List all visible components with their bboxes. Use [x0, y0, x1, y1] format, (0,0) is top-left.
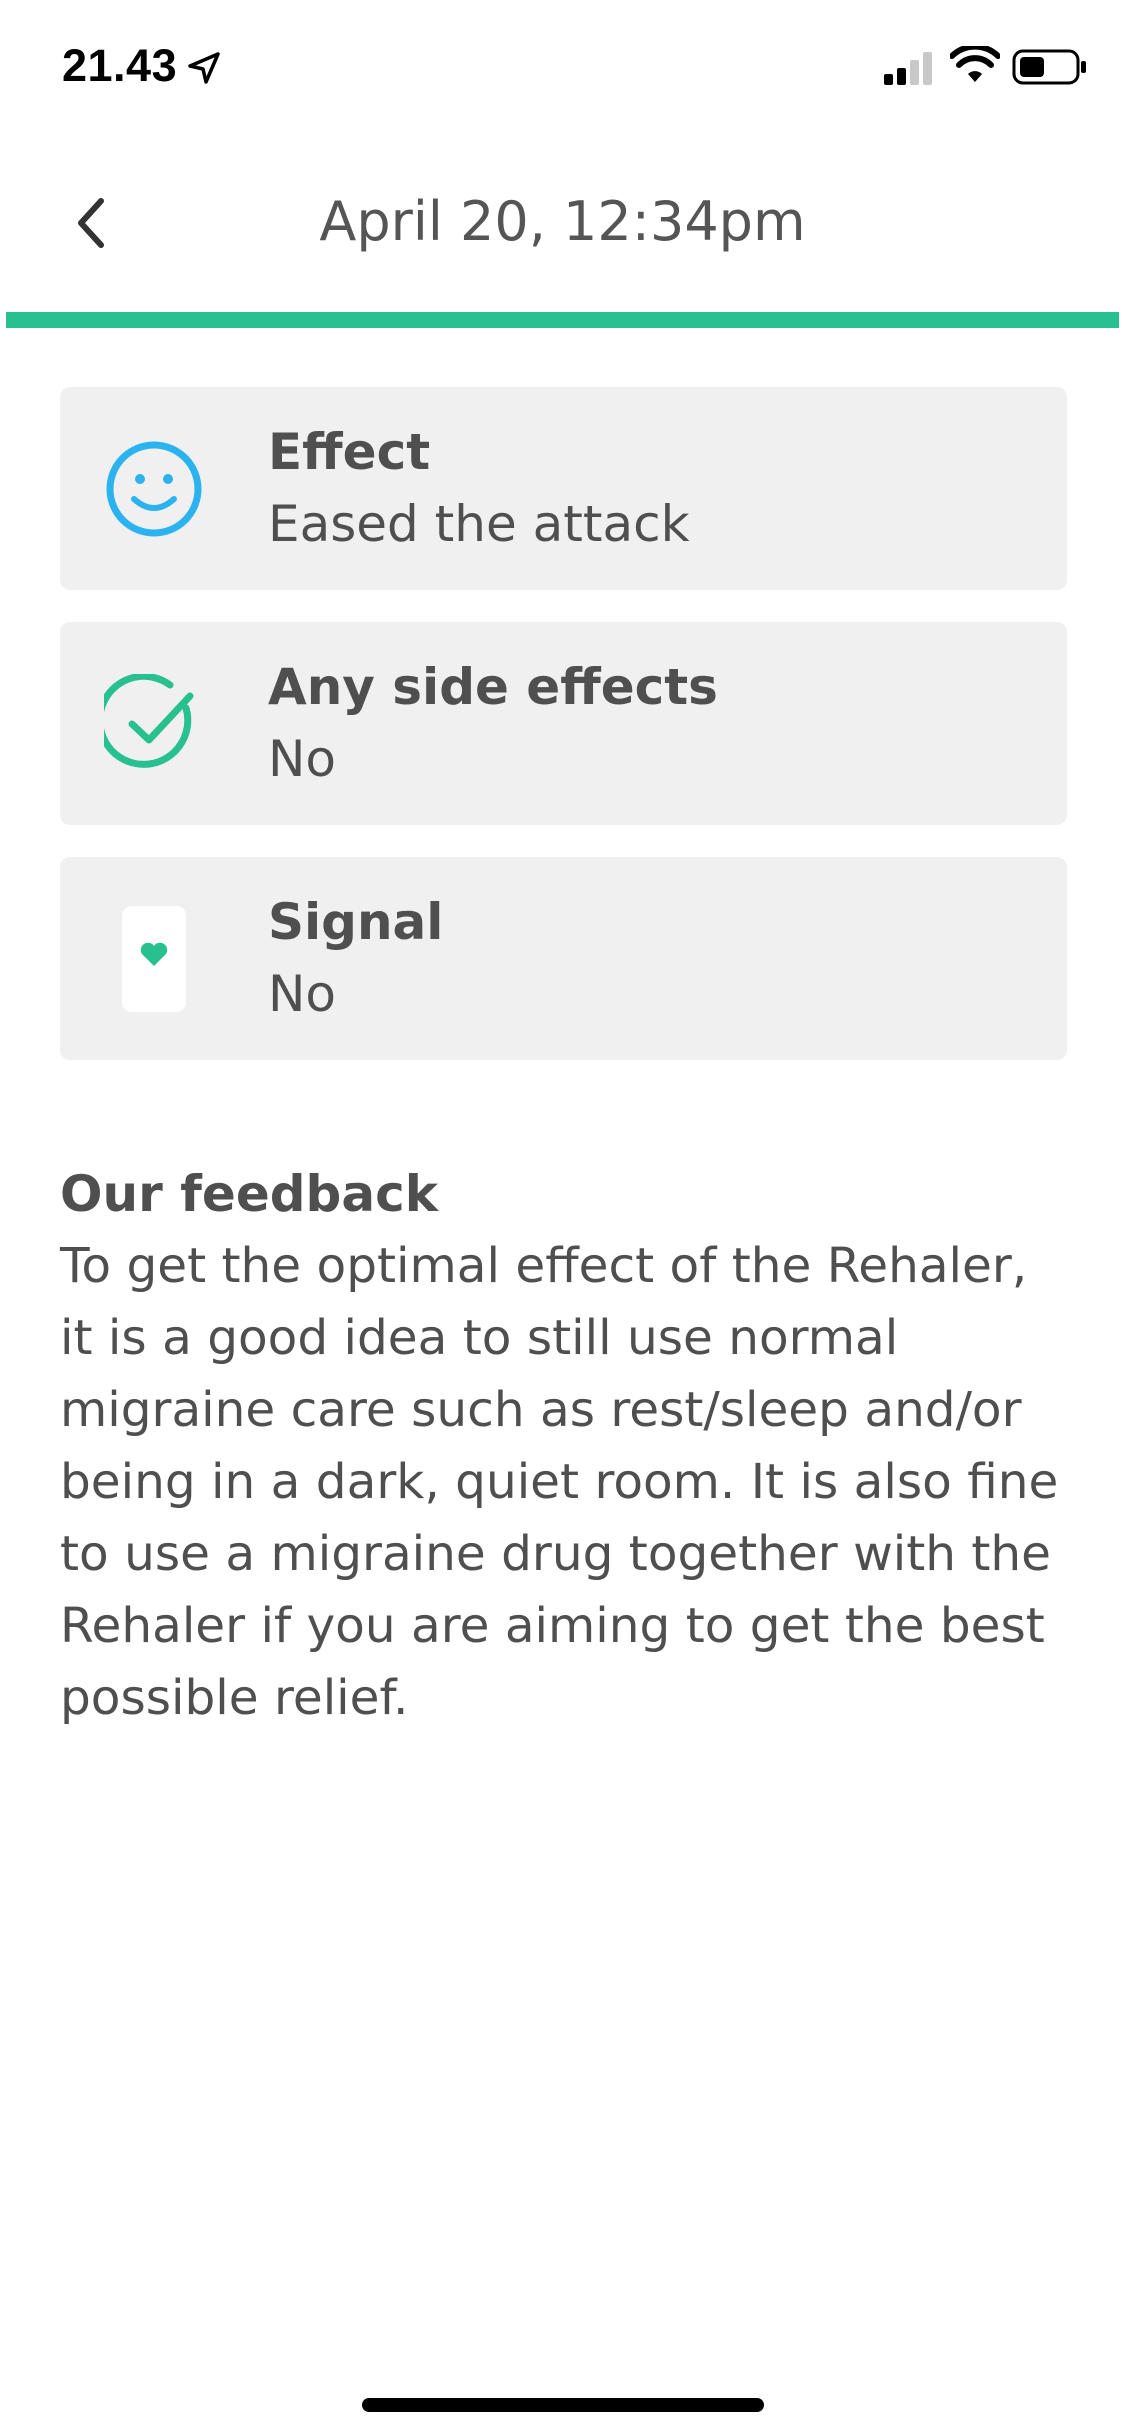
feedback-section: Our feedback To get the optimal effect o…	[60, 1158, 1070, 1734]
card-title: Effect	[268, 423, 431, 481]
feedback-heading: Our feedback	[60, 1165, 438, 1223]
card-title: Signal	[268, 893, 444, 951]
battery-icon	[1012, 48, 1088, 86]
card-value: No	[268, 730, 336, 788]
location-arrow-icon	[186, 50, 222, 86]
card-title: Any side effects	[268, 658, 718, 716]
wifi-icon	[949, 43, 1001, 86]
side-effects-card: Any side effects No	[60, 622, 1067, 825]
smiley-face-icon	[104, 439, 204, 539]
entry-details-list: Effect Eased the attack Any side effects…	[60, 387, 1067, 1092]
signal-card: Signal No	[60, 857, 1067, 1060]
header: April 20, 12:34pm	[0, 170, 1125, 310]
card-value: No	[268, 965, 336, 1023]
cellular-signal-icon	[884, 50, 936, 86]
device-heart-icon	[104, 906, 204, 1012]
page-title: April 20, 12:34pm	[319, 190, 806, 253]
status-bar: 21.43	[0, 0, 1125, 140]
accent-divider	[6, 312, 1119, 328]
effect-card: Effect Eased the attack	[60, 387, 1067, 590]
status-time: 21.43	[62, 40, 178, 91]
home-indicator[interactable]	[362, 2398, 764, 2412]
check-circle-icon	[104, 674, 204, 774]
feedback-body: To get the optimal effect of the Rehaler…	[60, 1238, 1059, 1726]
card-value: Eased the attack	[268, 495, 690, 553]
